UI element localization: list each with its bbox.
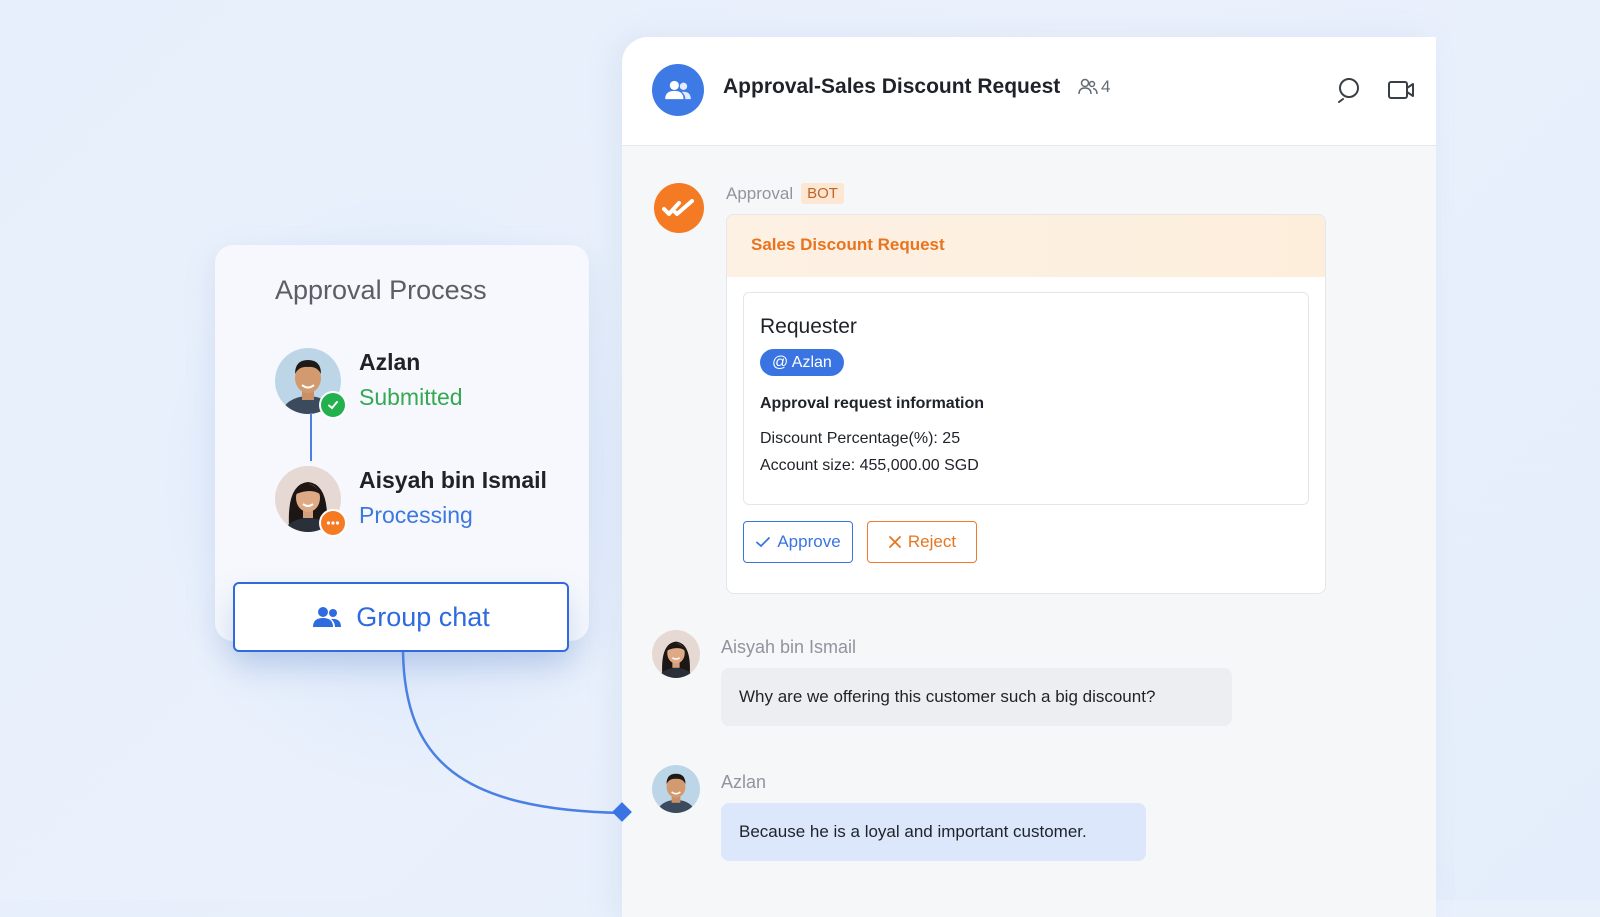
- message-sender: Azlan: [721, 772, 767, 792]
- group-chat-label: Group chat: [356, 601, 490, 632]
- info-heading: Approval request information: [760, 395, 985, 412]
- group-avatar-icon: [652, 64, 704, 116]
- message-sender: Aisyah bin Ismail: [721, 637, 857, 657]
- bot-sender: Approval BOT: [726, 183, 844, 204]
- check-icon: [319, 391, 347, 419]
- reject-label: Reject: [907, 532, 957, 551]
- card-title: Sales Discount Request: [751, 235, 945, 254]
- card-header: Sales Discount Request: [727, 215, 1325, 277]
- requester-mention[interactable]: @ Azlan: [760, 349, 844, 376]
- approval-bot-avatar: [654, 183, 704, 233]
- message-bubble: Because he is a loyal and important cust…: [721, 803, 1146, 861]
- avatar-aisyah: [652, 630, 700, 678]
- member-count-value: 4: [1101, 77, 1111, 96]
- account-size: Account size: 455,000.00 SGD: [760, 457, 979, 474]
- step-name: Aisyah bin Ismail: [359, 467, 547, 493]
- check-icon: [756, 537, 771, 548]
- double-check-icon: [662, 199, 694, 216]
- bot-sender-name: Approval: [726, 183, 794, 203]
- request-details-box: Requester @ Azlan Approval request infor…: [743, 292, 1309, 505]
- step-status-submitted: Submitted: [359, 384, 463, 410]
- avatar-azlan: [652, 765, 700, 813]
- step-status-processing: Processing: [359, 502, 473, 528]
- chat-header: Approval-Sales Discount Request 4: [622, 37, 1436, 146]
- process-step-aisyah: Aisyah bin Ismail Processing: [275, 466, 575, 537]
- approve-label: Approve: [777, 532, 841, 551]
- video-call-icon[interactable]: [1386, 75, 1416, 105]
- members-icon: [1078, 78, 1098, 95]
- group-chat-button[interactable]: Group chat: [233, 582, 569, 652]
- bot-badge: BOT: [801, 183, 844, 204]
- close-icon: [889, 536, 901, 548]
- step-name: Azlan: [359, 349, 421, 375]
- approve-button[interactable]: Approve: [743, 521, 853, 563]
- reject-button[interactable]: Reject: [867, 521, 977, 563]
- member-count[interactable]: 4: [1078, 77, 1110, 97]
- more-dots-icon: [319, 509, 347, 537]
- group-people-icon: [313, 607, 342, 627]
- step-connector-line: [310, 413, 312, 461]
- chat-title: Approval-Sales Discount Request: [723, 75, 1061, 98]
- search-icon[interactable]: [1334, 75, 1364, 105]
- chat-panel: Approval-Sales Discount Request 4 Approv…: [622, 37, 1436, 917]
- approval-request-card: Sales Discount Request Requester @ Azlan…: [726, 214, 1326, 594]
- approval-process-title: Approval Process: [275, 275, 487, 305]
- requester-label: Requester: [760, 315, 857, 338]
- message-bubble: Why are we offering this customer such a…: [721, 668, 1232, 726]
- process-step-azlan: Azlan Submitted: [275, 348, 575, 419]
- discount-percentage: Discount Percentage(%): 25: [760, 430, 961, 447]
